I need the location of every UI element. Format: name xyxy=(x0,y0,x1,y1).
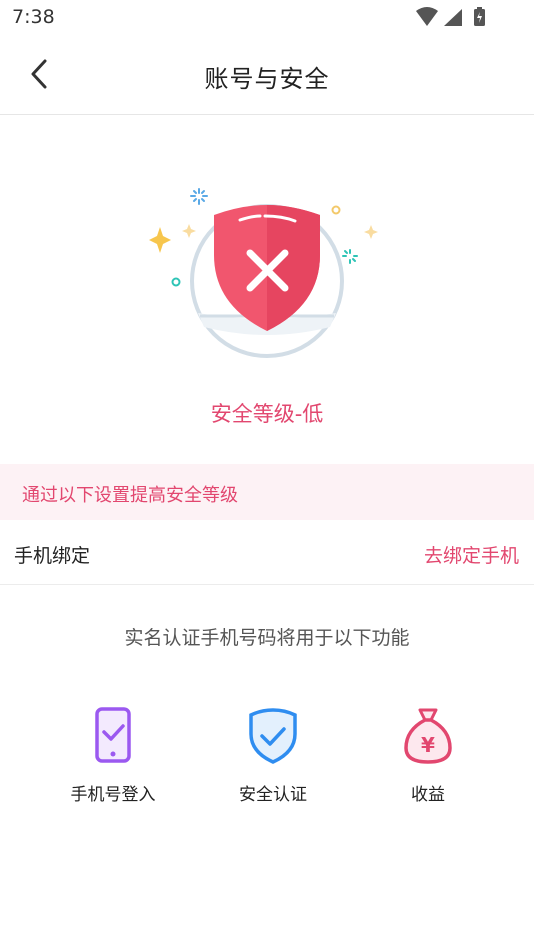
security-shield-illustration xyxy=(140,175,390,375)
cell-signal-icon xyxy=(444,9,462,26)
status-bar: 7:38 xyxy=(0,0,534,34)
bind-phone-label: 手机绑定 xyxy=(14,545,91,567)
tip-text: 通过以下设置提高安全等级 xyxy=(22,485,238,506)
status-time: 7:38 xyxy=(12,6,55,28)
feature-caption: 实名认证手机号码将用于以下功能 xyxy=(124,627,410,649)
feature-security-verify: 安全认证 xyxy=(198,706,348,805)
signal-icons xyxy=(416,7,485,26)
nav-bar: 账号与安全 xyxy=(0,34,534,115)
svg-text:¥: ¥ xyxy=(421,733,435,757)
phone-check-icon xyxy=(95,707,131,763)
status-icons xyxy=(414,6,494,32)
bind-phone-row[interactable]: 手机绑定 去绑定手机 xyxy=(0,521,534,585)
security-level-text: 安全等级-低 xyxy=(210,402,324,426)
feature-phone-login: 手机号登入 xyxy=(38,706,188,805)
money-bag-icon: ¥ xyxy=(404,708,452,764)
bind-phone-link[interactable]: 去绑定手机 xyxy=(424,541,519,568)
battery-icon xyxy=(474,7,485,26)
feature-label: 手机号登入 xyxy=(70,785,156,805)
feature-label: 安全认证 xyxy=(239,785,307,805)
tip-bar: 通过以下设置提高安全等级 xyxy=(0,464,534,520)
shield-x-icon xyxy=(149,188,378,358)
page-title: 账号与安全 xyxy=(204,65,330,93)
feature-earnings: ¥ 收益 xyxy=(353,706,503,805)
feature-label: 收益 xyxy=(411,785,445,805)
shield-check-icon xyxy=(249,708,297,764)
wifi-icon xyxy=(416,7,438,26)
